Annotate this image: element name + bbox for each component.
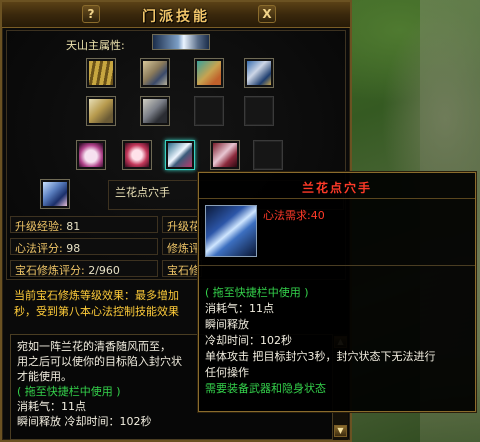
book-icon <box>197 61 221 85</box>
tooltip-cast-type: 瞬间释放 <box>205 318 249 331</box>
heart-score-row: 心法评分: 98 <box>10 238 158 255</box>
heart-method-book-6[interactable] <box>140 96 170 126</box>
upgrade-exp-label: 升级经验: <box>15 220 63 233</box>
upgrade-exp-value: 81 <box>66 220 81 233</box>
empty-book-slot[interactable] <box>194 96 224 126</box>
skill-icon <box>125 143 149 167</box>
gem-score-value: 2/960 <box>88 264 120 277</box>
cultivate-score-label: 修炼评 <box>167 242 200 255</box>
tooltip-title: 兰花点穴手 <box>199 173 475 199</box>
book-icon <box>89 99 113 123</box>
tooltip-details: ( 拖至快捷栏中使用 ) 消耗气：11点 瞬间释放 冷却时间：102秒 单体攻击… <box>205 285 471 397</box>
tooltip-cooldown: 冷却时间：102秒 <box>205 334 292 347</box>
tooltip-divider <box>199 265 475 266</box>
skill-tooltip: 兰花点穴手 心法需求:40 ( 拖至快捷栏中使用 ) 消耗气：11点 瞬间释放 … <box>198 172 476 412</box>
empty-skill-slot[interactable] <box>253 140 283 170</box>
upgrade-cost-label: 升级花 <box>167 220 200 233</box>
gem-score-row: 宝石修炼评分: 2/960 <box>10 260 158 277</box>
selected-skill-icon[interactable] <box>40 179 70 209</box>
skill-slot-3-selected[interactable] <box>165 140 195 170</box>
heart-method-book-5[interactable] <box>86 96 116 126</box>
skill-cast: 瞬间释放 冷却时间：102秒 <box>17 415 152 428</box>
skill-icon <box>168 143 192 167</box>
orchid-hand-icon <box>205 205 257 257</box>
upgrade-cost-row: 升级花 <box>162 216 202 233</box>
tooltip-effect: 单体攻击 把目标封穴3秒，封穴状态下无法进行 <box>205 350 436 363</box>
close-button[interactable]: X <box>258 5 276 23</box>
skill-icon <box>79 143 103 167</box>
scroll-down-arrow-icon[interactable]: ▼ <box>334 425 347 437</box>
skill-slot-2[interactable] <box>122 140 152 170</box>
heart-score-value: 98 <box>66 242 81 255</box>
gem-score-label: 宝石修炼评分: <box>15 264 85 277</box>
orchid-hand-icon <box>43 182 67 206</box>
skill-icon <box>213 143 237 167</box>
skill-slot-4[interactable] <box>210 140 240 170</box>
tooltip-drag-hint: ( 拖至快捷栏中使用 ) <box>205 286 309 299</box>
window-titlebar[interactable]: ? 门派技能 X <box>2 2 350 28</box>
tooltip-cost: 消耗气：11点 <box>205 302 274 315</box>
book-icon <box>143 61 167 85</box>
school-attribute-label: 天山主属性: <box>66 39 125 52</box>
skill-slot-1[interactable] <box>76 140 106 170</box>
tooltip-requirement-2: 需要装备武器和隐身状态 <box>205 382 326 395</box>
tooltip-effect-cont: 任何操作 <box>205 366 249 379</box>
heart-method-book-4[interactable] <box>244 58 274 88</box>
tooltip-requirement: 心法需求:40 <box>263 209 325 222</box>
school-attribute-icon <box>152 34 210 50</box>
upgrade-exp-row: 升级经验: 81 <box>10 216 158 233</box>
empty-book-slot[interactable] <box>244 96 274 126</box>
book-icon <box>143 99 167 123</box>
heart-score-label: 心法评分: <box>15 242 63 255</box>
gem-cut-label: 宝石修 <box>167 264 200 277</box>
heart-method-book-1[interactable] <box>86 58 116 88</box>
cultivate-score-row: 修炼评 <box>162 238 202 255</box>
gem-cut-row: 宝石修 <box>162 260 202 277</box>
heart-method-book-2[interactable] <box>140 58 170 88</box>
window-title: 门派技能 <box>142 9 210 25</box>
heart-method-book-3[interactable] <box>194 58 224 88</box>
book-icon <box>247 61 271 85</box>
book-icon <box>89 61 113 85</box>
